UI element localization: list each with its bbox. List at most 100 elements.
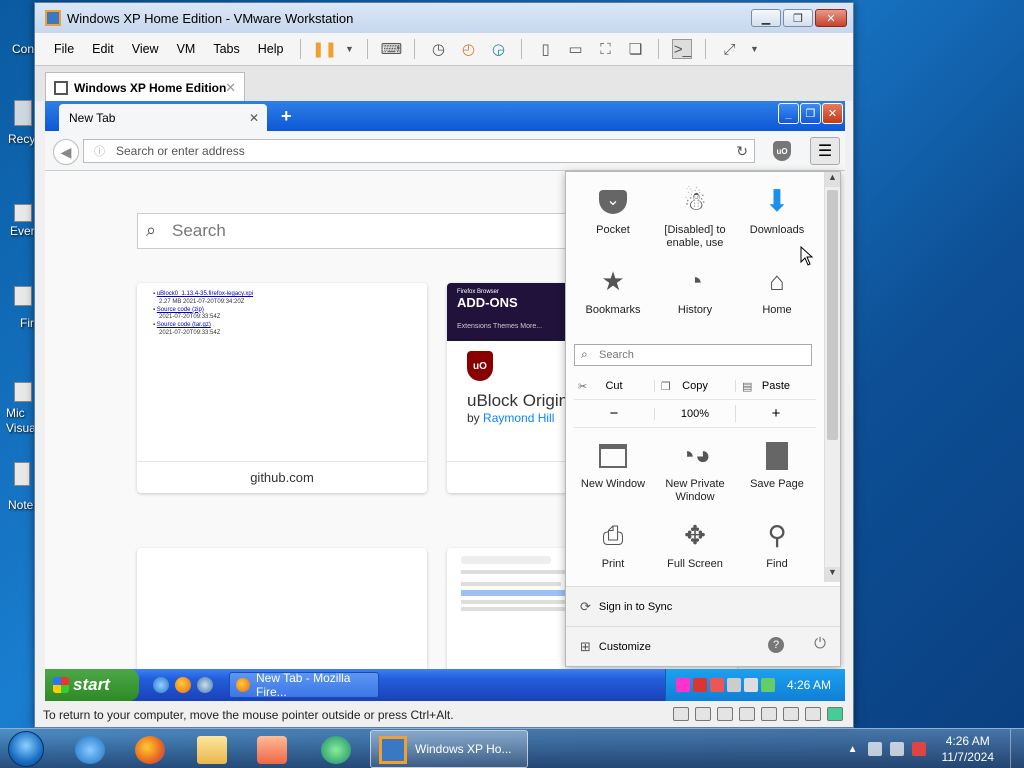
xp-start-button[interactable]: start xyxy=(45,669,139,701)
taskbar-ie[interactable] xyxy=(64,733,116,767)
xp-clock[interactable]: 4:26 AM xyxy=(787,678,831,692)
close-tab-icon[interactable]: ✕ xyxy=(225,80,236,96)
restore-button[interactable]: ❐ xyxy=(800,103,821,124)
taskbar-vmware[interactable]: Windows XP Ho... xyxy=(370,730,528,768)
thumbnail-bar-icon[interactable]: ▭ xyxy=(565,39,585,59)
help-icon[interactable]: ? xyxy=(768,637,784,653)
scroll-down-icon[interactable]: ▼ xyxy=(825,567,840,582)
close-button[interactable]: ✕ xyxy=(822,103,843,124)
chevron-down-icon[interactable]: ▼ xyxy=(744,39,764,59)
menu-item-disabled-extension[interactable]: ☃ [Disabled] to enable, use xyxy=(654,178,736,258)
firefox-tab[interactable]: New Tab ✕ xyxy=(59,104,267,131)
panel-scrollbar[interactable]: ▲ ▼ xyxy=(824,172,840,582)
menu-item-pocket[interactable]: ⌄ Pocket xyxy=(572,178,654,258)
ie-icon[interactable] xyxy=(153,677,169,693)
menu-view[interactable]: View xyxy=(123,42,168,56)
minimize-button[interactable]: ▁ xyxy=(751,9,781,27)
top-site-tile[interactable]: ▪ uBlock0_1.13.4-35.firefox-legacy.xpi 2… xyxy=(137,283,427,493)
pause-icon[interactable]: ❚❚ xyxy=(312,39,337,59)
menu-item-bookmarks[interactable]: ★ Bookmarks xyxy=(572,258,654,338)
vmware-titlebar[interactable]: Windows XP Home Edition - VMware Worksta… xyxy=(35,3,853,33)
sound-icon[interactable] xyxy=(783,707,799,721)
power-icon[interactable]: ⏻ xyxy=(814,635,826,652)
sign-in-to-sync[interactable]: ⟳ Sign in to Sync xyxy=(566,586,840,626)
network-icon[interactable] xyxy=(867,742,882,756)
full-screen-icon[interactable]: ⛶ xyxy=(595,39,615,59)
send-ctrl-alt-del-icon[interactable]: ⌨ xyxy=(381,39,403,59)
ublock-icon[interactable]: uO xyxy=(773,141,791,161)
flag-icon[interactable] xyxy=(889,742,904,756)
info-icon[interactable]: ⓘ xyxy=(94,143,105,159)
menu-vm[interactable]: VM xyxy=(168,42,205,56)
paste-button[interactable]: ▤ Paste xyxy=(735,379,816,393)
firefox-icon[interactable] xyxy=(175,677,191,693)
display-icon[interactable] xyxy=(805,707,821,721)
tray-icon[interactable] xyxy=(676,678,690,692)
menu-item-home[interactable]: ⌂ Home xyxy=(736,258,818,338)
close-button[interactable]: ✕ xyxy=(815,9,847,27)
top-site-tile[interactable] xyxy=(137,548,427,678)
win7-start-orb[interactable] xyxy=(8,731,44,767)
network-icon[interactable] xyxy=(710,678,724,692)
usb-icon[interactable] xyxy=(739,707,755,721)
win7-clock[interactable]: 4:26 AM 11/7/2024 xyxy=(942,733,995,765)
volume-muted-icon[interactable] xyxy=(911,742,926,756)
volume-icon[interactable] xyxy=(744,678,758,692)
url-bar[interactable]: ⓘ Search or enter address ↻ xyxy=(83,139,755,163)
zoom-out-button[interactable]: − xyxy=(574,405,654,422)
chevron-down-icon[interactable]: ▼ xyxy=(339,39,359,59)
customize-button[interactable]: ⊞ Customize ? ⏻ xyxy=(566,626,840,666)
desktop-icon-visual-studio[interactable]: Mic Visua xyxy=(0,372,36,442)
maximize-button[interactable]: ❐ xyxy=(783,9,813,27)
taskbar-media-player[interactable] xyxy=(246,733,298,767)
menu-edit[interactable]: Edit xyxy=(83,42,123,56)
display-icon[interactable] xyxy=(727,678,741,692)
reload-icon[interactable]: ↻ xyxy=(736,143,748,160)
minimize-button[interactable]: _ xyxy=(778,103,799,124)
taskbar-explorer[interactable] xyxy=(186,733,238,767)
shield-icon[interactable] xyxy=(693,678,707,692)
menu-help[interactable]: Help xyxy=(249,42,293,56)
menu-item-private-window[interactable]: ◔◕ New Private Window xyxy=(654,432,736,512)
sidebar-icon[interactable]: ▯ xyxy=(535,39,555,59)
guest-screen[interactable]: New Tab ✕ + _ ❐ ✕ ◀ ⓘ Search or enter ad… xyxy=(45,101,845,701)
scroll-thumb[interactable] xyxy=(827,190,838,440)
menu-item-history[interactable]: ◔ History xyxy=(654,258,736,338)
console-icon[interactable]: >_ xyxy=(672,39,693,59)
snapshot-manager-icon[interactable]: ◶ xyxy=(488,39,508,59)
cd-icon[interactable] xyxy=(695,707,711,721)
desktop-icon-firefox[interactable]: Fir xyxy=(0,270,36,340)
copy-button[interactable]: ❐ Copy xyxy=(654,379,735,393)
show-desktop-icon[interactable] xyxy=(197,677,213,693)
desktop-icon-everything[interactable]: Ever xyxy=(0,184,36,254)
new-tab-icon[interactable]: + xyxy=(281,106,292,127)
taskbar-app[interactable] xyxy=(310,733,362,767)
message-icon[interactable] xyxy=(827,707,843,721)
snapshot-icon[interactable]: ◷ xyxy=(428,39,448,59)
newtab-search-input[interactable]: ⌕ Search xyxy=(137,213,607,249)
scroll-up-icon[interactable]: ▲ xyxy=(825,172,840,187)
show-desktop-button[interactable] xyxy=(1010,729,1024,768)
unity-icon[interactable]: ❏ xyxy=(625,39,645,59)
zoom-in-button[interactable]: + xyxy=(735,405,816,422)
tray-icon[interactable] xyxy=(761,678,775,692)
taskbar-firefox[interactable] xyxy=(124,733,176,767)
show-hidden-icons[interactable]: ▲ xyxy=(848,744,858,755)
desktop-icon-recycle-bin[interactable]: Recy xyxy=(0,96,36,166)
printer-icon[interactable] xyxy=(761,707,777,721)
desktop-icon-notepad[interactable]: Note xyxy=(0,456,36,526)
zoom-level[interactable]: 100% xyxy=(654,407,735,420)
menu-tabs[interactable]: Tabs xyxy=(204,42,248,56)
xp-task-firefox[interactable]: New Tab - Mozilla Fire... xyxy=(229,671,379,699)
close-tab-icon[interactable]: ✕ xyxy=(249,111,259,125)
menu-item-save-page[interactable]: Save Page xyxy=(736,432,818,512)
vm-tab[interactable]: Windows XP Home Edition ✕ xyxy=(45,72,245,102)
hdd-icon[interactable] xyxy=(673,707,689,721)
network-adapter-icon[interactable] xyxy=(717,707,733,721)
menu-item-find[interactable]: ⚲ Find xyxy=(736,512,818,592)
desktop-icon-computer[interactable]: Con xyxy=(0,8,36,78)
cut-button[interactable]: ✂ Cut xyxy=(574,380,654,393)
menu-item-full-screen[interactable]: ✥ Full Screen xyxy=(654,512,736,592)
panel-search-input[interactable]: ⌕ Search xyxy=(574,344,812,366)
menu-item-new-window[interactable]: New Window xyxy=(572,432,654,512)
